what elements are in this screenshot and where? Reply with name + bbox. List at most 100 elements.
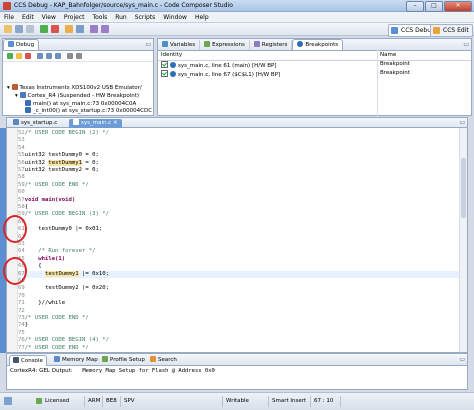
tab-sys-startup[interactable]: sys_startup.c — [9, 119, 61, 128]
maximize-editor-icon[interactable]: ▭ — [459, 119, 465, 126]
breakpoint-checkbox[interactable] — [161, 70, 168, 77]
tab-sys-main[interactable]: sys_main.c ✕ — [69, 119, 122, 128]
terminate-icon[interactable] — [25, 53, 31, 59]
code-line[interactable]: 58{ — [18, 204, 28, 211]
tab-breakpoints[interactable]: Breakpoints — [292, 39, 344, 50]
code-line[interactable]: 53 — [18, 137, 25, 144]
perspective-ccs-edit[interactable]: CCS Edit — [430, 24, 473, 37]
menu-tools[interactable]: Tools — [88, 14, 111, 21]
code-line[interactable]: 73/* USER CODE END */ — [18, 315, 89, 322]
code-line[interactable]: 74} — [18, 322, 28, 329]
code-line[interactable]: 70 — [18, 293, 25, 300]
code-line[interactable]: 67 testDummy1 |= 0x10; — [18, 270, 459, 278]
resume-icon[interactable] — [7, 53, 13, 59]
code-line[interactable]: 61 testDummy0 |= 0x01; — [18, 226, 102, 233]
breakpoint-checkbox[interactable] — [161, 61, 168, 68]
code-line[interactable]: 72 — [18, 308, 25, 315]
code-line[interactable]: 77/* USER CODE END */ — [18, 345, 89, 352]
debug-icon[interactable] — [40, 25, 48, 33]
menu-view[interactable]: View — [38, 14, 60, 21]
code-line[interactable]: 69 testDummy2 |= 0x20; — [18, 285, 109, 292]
tree-item-frame-cint[interactable]: _c_int00() at sys_startup.c:73 0x00004CD… — [25, 107, 152, 114]
code-editor[interactable]: 52/* USER CODE BEGIN (2) */53 54 55uint32 … — [3, 128, 468, 353]
code-line[interactable]: 57void main(void) — [18, 197, 75, 204]
line-number: 57 — [18, 196, 25, 203]
breakpoint-row[interactable]: sys_main.c, line 67 ($C$L1) [H/W BP] Bre… — [158, 70, 471, 78]
code-line[interactable]: 71 }//while — [18, 300, 65, 307]
minimize-button[interactable]: – — [406, 1, 424, 12]
step-into-icon[interactable] — [37, 53, 43, 59]
code-line[interactable]: 59/* USER CODE BEGIN (3) */ — [18, 211, 109, 218]
suspend-icon[interactable] — [16, 53, 22, 59]
console-line: CortexR4: GEL Output: Memory Map Setup f… — [10, 368, 215, 374]
column-name[interactable]: Name — [380, 52, 396, 58]
tab-search[interactable]: Search — [147, 355, 180, 365]
tab-variables[interactable]: Variables — [158, 40, 201, 50]
menu-window[interactable]: Window — [159, 14, 191, 21]
fast-view-icon[interactable] — [4, 397, 12, 405]
code-line[interactable]: 55uint32 testDummy0 = 0; — [18, 152, 99, 159]
stop-icon[interactable] — [51, 25, 59, 33]
line-number: 74 — [18, 322, 25, 329]
code-line[interactable]: 56uint32 testDummy1 = 0; — [18, 159, 99, 167]
line-code: }//while — [24, 300, 66, 307]
frame-icon — [25, 100, 31, 106]
line-number: 69 — [18, 285, 25, 292]
maximize-view-icon[interactable]: ▭ — [145, 41, 151, 48]
close-button[interactable]: ✕ — [444, 1, 472, 12]
tab-expressions[interactable]: Expressions — [200, 40, 250, 50]
restart-icon[interactable] — [76, 53, 82, 59]
code-line[interactable]: 75 — [18, 330, 25, 337]
editor-scrollbar[interactable] — [459, 128, 467, 352]
search-icon — [150, 356, 156, 362]
line-code: { — [24, 204, 29, 210]
menu-scripts[interactable]: Scripts — [131, 14, 160, 21]
maximize-view-icon[interactable]: ▭ — [459, 356, 465, 363]
code-line[interactable]: 57uint32 testDummy2 = 0; — [18, 167, 99, 174]
tree-item-core[interactable]: ▾ Cortex_R4 (Suspended - HW Breakpoint) — [15, 92, 139, 99]
maximize-button[interactable]: □ — [425, 1, 443, 12]
step-over-icon[interactable] — [46, 53, 52, 59]
menu-project[interactable]: Project — [60, 14, 89, 21]
menu-edit[interactable]: Edit — [18, 14, 38, 21]
line-number: 76 — [18, 337, 25, 344]
reset-icon[interactable] — [67, 53, 73, 59]
window-title: CCS Debug - KAP_Bahnfolger/source/sys_ma… — [14, 2, 233, 9]
save-icon[interactable] — [15, 25, 23, 33]
tree-item-emulator[interactable]: ▾ Texas Instruments XDS100v2 USB Emulato… — [7, 84, 142, 91]
search-icon[interactable] — [76, 25, 84, 33]
new-icon[interactable] — [4, 25, 12, 33]
maximize-view-icon[interactable]: ▭ — [463, 41, 469, 48]
code-line[interactable]: 76/* USER CODE BEGIN (4) */ — [18, 337, 109, 344]
back-icon[interactable] — [90, 25, 98, 33]
tab-memory-map[interactable]: Memory Map — [51, 355, 101, 365]
tab-console[interactable]: Console — [9, 355, 47, 366]
code-line[interactable]: 60 — [18, 189, 25, 196]
breakpoints-view: Variables Expressions Registers Breakpoi… — [157, 38, 472, 116]
print-icon[interactable] — [26, 25, 34, 33]
line-number: 52 — [18, 130, 25, 136]
tree-item-frame-main[interactable]: main() at sys_main.c:73 0x00004C0A — [25, 100, 136, 107]
tab-registers[interactable]: Registers — [250, 40, 293, 50]
line-code: } — [24, 322, 29, 329]
code-line[interactable]: 58 — [18, 174, 25, 181]
code-line[interactable]: 64 /* Run forever */ — [18, 248, 95, 255]
step-return-icon[interactable] — [55, 53, 61, 59]
menu-help[interactable]: Help — [191, 14, 213, 21]
column-identity[interactable]: Identity — [161, 52, 182, 58]
edit-icon — [433, 27, 440, 34]
menu-file[interactable]: File — [0, 14, 18, 21]
tab-profile-setup[interactable]: Profile Setup — [99, 355, 148, 365]
scrollbar-thumb[interactable] — [461, 158, 466, 218]
console-heading: CortexR4: GEL Output: — [10, 368, 73, 374]
forward-icon[interactable] — [101, 25, 109, 33]
code-line[interactable]: 54 — [18, 145, 25, 152]
tab-debug[interactable]: Debug — [3, 39, 40, 50]
code-line[interactable]: 59/* USER CODE END */ — [18, 182, 89, 189]
build-icon[interactable] — [65, 25, 73, 33]
status-bar: Licensed ARM BE8 SPV Writable Smart Inse… — [0, 392, 474, 410]
code-line[interactable]: 65 while(1) — [18, 256, 65, 263]
breakpoint-row[interactable]: sys_main.c, line 61 (main) [H/W BP] Brea… — [158, 61, 471, 69]
code-line[interactable]: 52/* USER CODE BEGIN (2) */ — [18, 130, 109, 137]
menu-run[interactable]: Run — [111, 14, 131, 21]
